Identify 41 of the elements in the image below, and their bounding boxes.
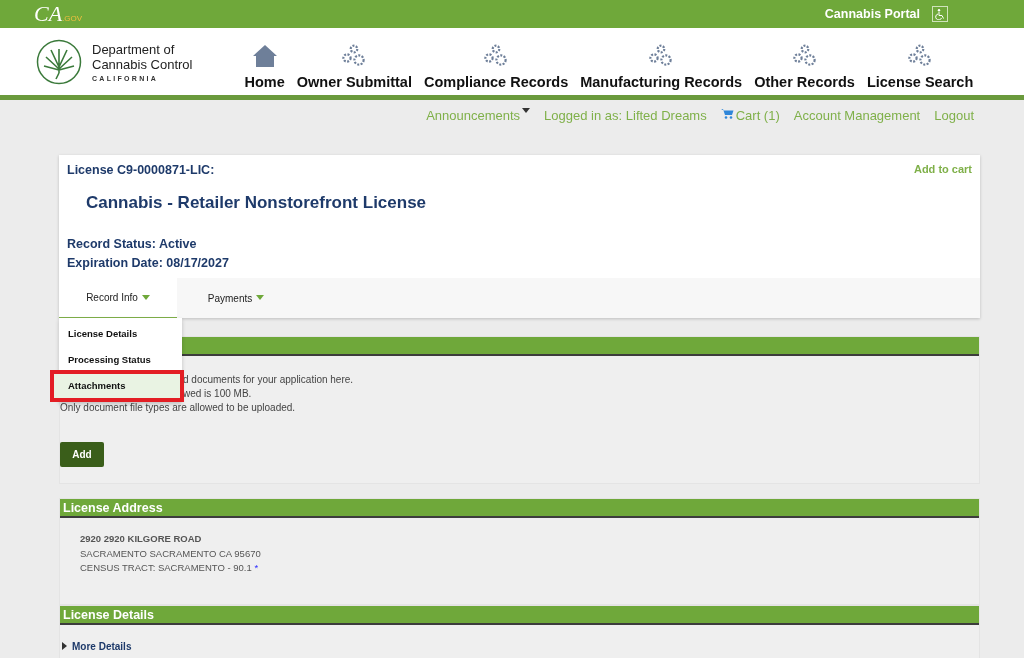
home-icon [251, 43, 278, 68]
caret-icon [141, 294, 150, 301]
record-status: Record Status: Active [66, 236, 198, 253]
address-line: 2920 2920 KILGORE ROAD [80, 532, 203, 546]
tab[interactable]: Payments [177, 278, 295, 318]
tab[interactable]: Record Info [59, 278, 177, 318]
nav-item[interactable]: Compliance Records [423, 33, 569, 90]
nav-item[interactable]: License Search [866, 33, 974, 90]
nav-item[interactable]: Owner Submittal [296, 33, 412, 90]
caret-icon [522, 108, 531, 114]
more-details-toggle[interactable]: More Details [60, 624, 134, 658]
leaf-logo [36, 38, 82, 85]
section-header: License Details [60, 605, 979, 625]
record-title: Cannabis - Retailer Nonstorefront License [85, 192, 428, 214]
nav-item[interactable]: Other Records [754, 33, 855, 90]
org-name: Cannabis Control [92, 56, 193, 72]
nav-item[interactable]: Home [244, 33, 285, 90]
caret-icon [256, 295, 265, 301]
menu-item[interactable]: Processing Status [59, 347, 182, 373]
license-number: License C9-0000871-LIC: [67, 163, 215, 177]
expiration-date: Expiration Date: 08/17/2027 [66, 255, 230, 272]
accessibility-icon[interactable] [932, 6, 948, 22]
gears-icon [791, 43, 818, 68]
menu-item[interactable]: Attachments [53, 373, 181, 399]
nav-item[interactable]: Manufacturing Records [580, 33, 743, 90]
portal-title: Cannabis Portal [824, 7, 920, 21]
cart-icon [720, 108, 734, 119]
logged-in-text: Logged in as: Lifted Dreams [544, 108, 707, 125]
info-text: Only document file types are allowed to be uploaded. [60, 401, 296, 415]
gears-icon [483, 43, 510, 68]
address-line: SACRAMENTO SACRAMENTO CA 95670 [80, 546, 262, 561]
address-line: CENSUS TRACT: SACRAMENTO - 90.1 * [80, 561, 260, 575]
section-header: License Address [60, 499, 979, 518]
menu-item[interactable]: License Details [59, 321, 182, 347]
add-button[interactable]: Add [60, 442, 104, 467]
info-text: wed is 100 MB. [183, 387, 252, 401]
gears-icon [907, 43, 934, 68]
gears-icon [648, 43, 675, 68]
gears-icon [341, 43, 368, 68]
org-name: Department of [92, 41, 176, 57]
expand-icon [62, 642, 68, 650]
